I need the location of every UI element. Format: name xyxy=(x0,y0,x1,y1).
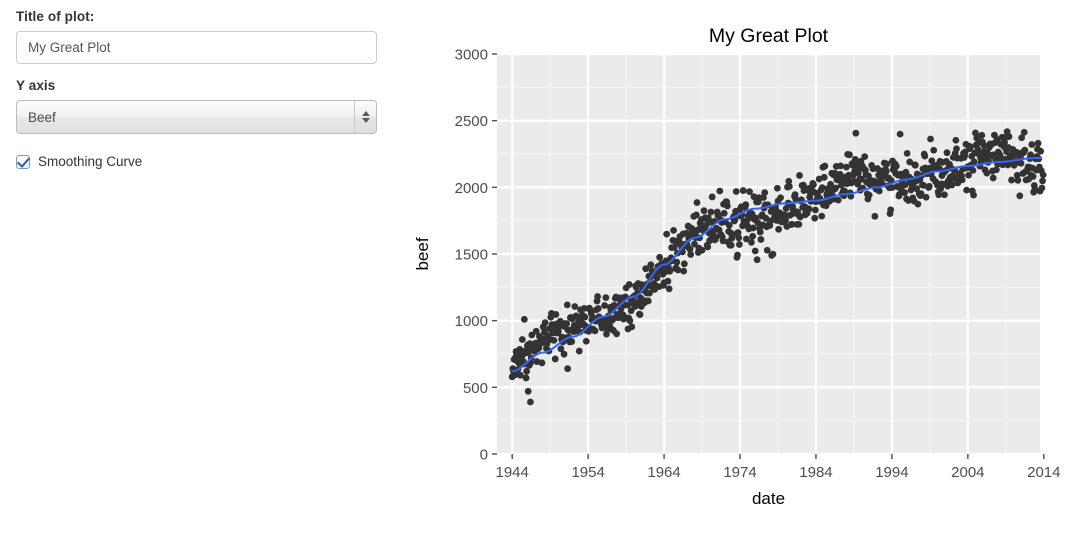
svg-text:1974: 1974 xyxy=(723,464,756,481)
plot-title-input[interactable] xyxy=(16,31,377,64)
plot-output-area: 0 500 1000 1500 2000 2500 3000 1944 1954 1964 1974… xyxy=(400,0,1070,541)
svg-text:1964: 1964 xyxy=(647,464,680,481)
smoothing-curve-checkbox[interactable] xyxy=(16,154,30,169)
svg-text:1944: 1944 xyxy=(496,464,529,481)
plot-title-control-group: Title of plot: xyxy=(16,9,386,64)
y-axis-label: Y axis xyxy=(16,78,56,93)
svg-text:My Great Plot: My Great Plot xyxy=(709,25,829,47)
chevron-up-icon[interactable] xyxy=(361,111,370,116)
svg-text:0: 0 xyxy=(480,447,488,464)
select-spinner-icon[interactable] xyxy=(354,101,376,133)
shiny-app-window: Title of plot: Y axis Beef Smoothing Cur… xyxy=(0,0,1070,541)
svg-text:3000: 3000 xyxy=(455,47,488,64)
svg-text:500: 500 xyxy=(463,380,488,397)
svg-text:1000: 1000 xyxy=(455,313,488,330)
chevron-down-icon[interactable] xyxy=(361,118,370,123)
svg-text:date: date xyxy=(752,489,785,508)
svg-text:1954: 1954 xyxy=(571,464,604,481)
svg-text:1500: 1500 xyxy=(455,247,488,264)
y-axis-select[interactable]: Beef xyxy=(16,100,377,134)
svg-text:1984: 1984 xyxy=(799,464,832,481)
smoothing-curve-control-group[interactable]: Smoothing Curve xyxy=(16,154,386,169)
plot-title-label: Title of plot: xyxy=(16,9,95,24)
svg-text:2014: 2014 xyxy=(1027,464,1060,481)
svg-text:beef: beef xyxy=(413,237,432,270)
svg-text:2000: 2000 xyxy=(455,180,488,197)
svg-text:2004: 2004 xyxy=(951,464,984,481)
y-axis-control-group: Y axis Beef xyxy=(16,78,386,134)
sidebar-controls-panel: Title of plot: Y axis Beef Smoothing Cur… xyxy=(0,0,400,541)
svg-text:2500: 2500 xyxy=(455,113,488,130)
smoothing-curve-label: Smoothing Curve xyxy=(38,154,143,169)
svg-text:1994: 1994 xyxy=(875,464,908,481)
ggplot-scatter-chart: 0 500 1000 1500 2000 2500 3000 1944 1954 1964 1974… xyxy=(413,25,1060,508)
y-axis-select-wrapper[interactable]: Beef xyxy=(16,100,377,134)
